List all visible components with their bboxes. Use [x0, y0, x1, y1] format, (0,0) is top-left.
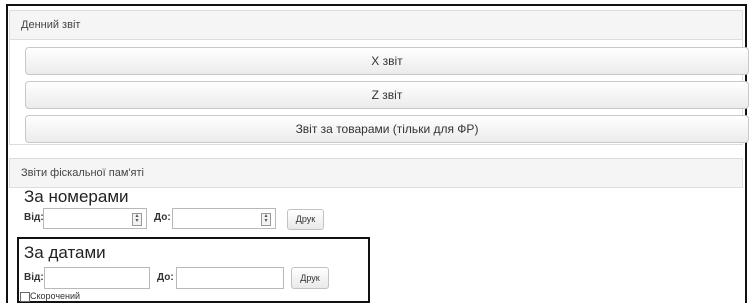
fiscal-memory-heading: Звіти фіскальної пам'яті [9, 158, 743, 188]
from-date-label: Від: [24, 272, 44, 283]
z-report-button[interactable]: Z звіт [25, 81, 749, 109]
short-report-checkbox[interactable] [20, 292, 30, 302]
to-number-input[interactable]: ▴ ▾ [172, 208, 276, 229]
from-number-input[interactable]: ▴ ▾ [43, 208, 147, 229]
to-date-label: До: [157, 272, 174, 283]
from-number-spinner-icon[interactable]: ▴ ▾ [132, 213, 142, 226]
from-date-input[interactable] [44, 267, 150, 289]
to-date-input[interactable] [176, 267, 284, 289]
daily-report-heading: Денний звіт [9, 10, 743, 40]
to-number-spinner-icon[interactable]: ▴ ▾ [261, 213, 271, 226]
daily-report-title: Денний звіт [21, 19, 81, 31]
by-dates-title: За датами [24, 243, 106, 262]
print-by-numbers-button[interactable]: Друк [287, 209, 324, 230]
from-number-label: Від: [24, 212, 44, 223]
x-report-button[interactable]: X звіт [25, 47, 749, 75]
products-report-button[interactable]: Звіт за товарами (тільки для ФР) [25, 115, 749, 143]
to-number-label: До: [154, 212, 171, 223]
by-numbers-title: За номерами [24, 187, 129, 206]
short-report-label[interactable]: Скорочений [30, 291, 80, 301]
fiscal-memory-title: Звіти фіскальної пам'яті [21, 167, 144, 179]
print-by-dates-button[interactable]: Друк [291, 267, 329, 289]
